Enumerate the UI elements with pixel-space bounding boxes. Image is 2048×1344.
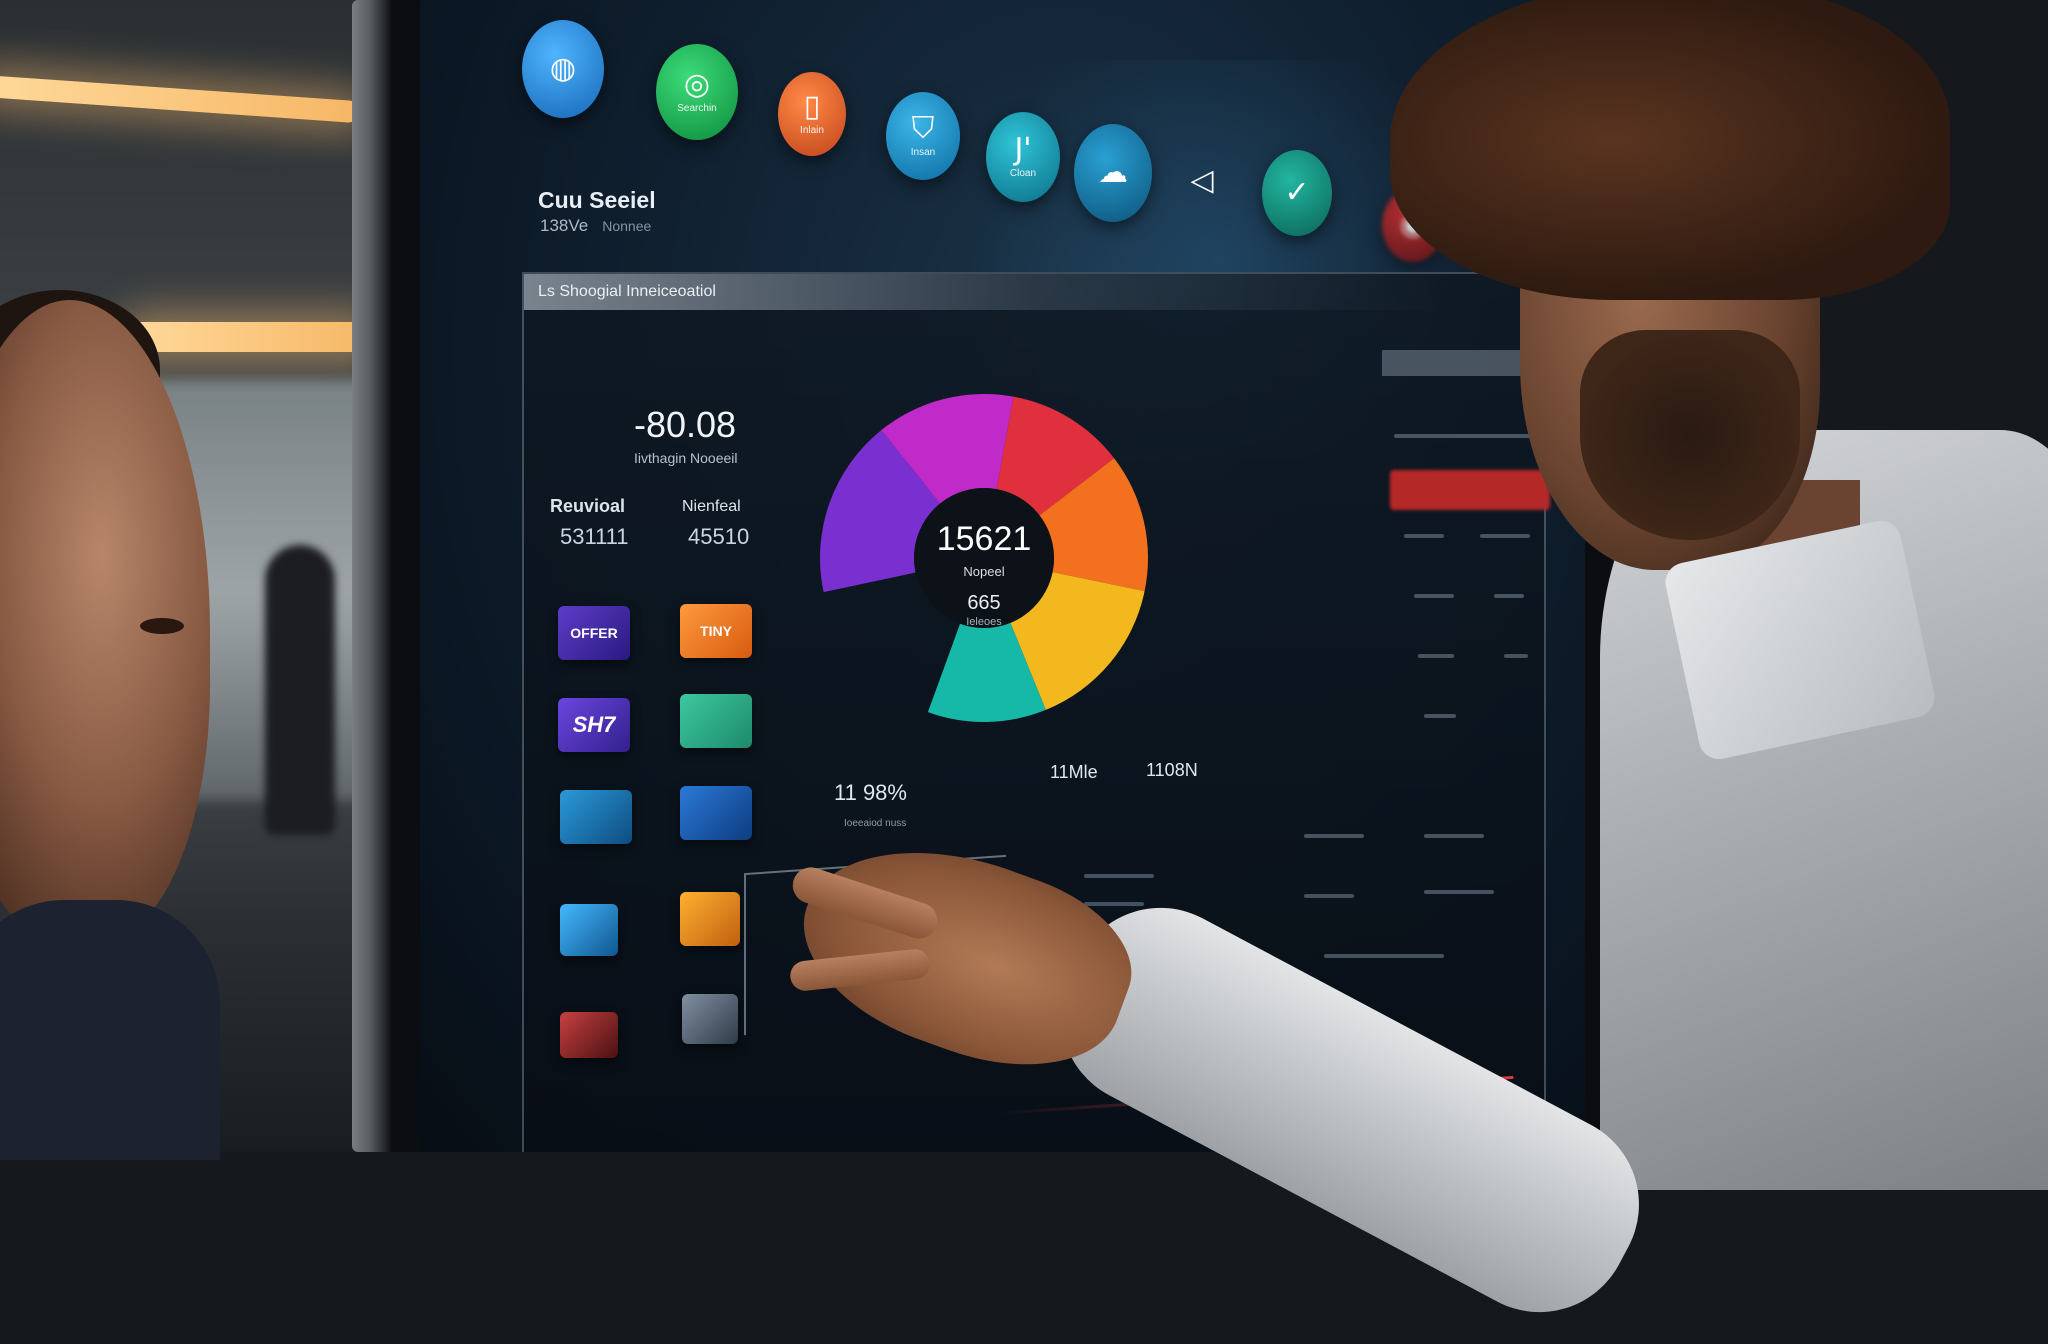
kpi-label: Nienfeal [682, 498, 741, 515]
text-line [1324, 954, 1444, 958]
kpi-label: Reuvioal [550, 496, 626, 516]
brand-title: Cuu Seeiel [538, 187, 656, 213]
donut-chart[interactable]: 15621 Nopeel 665 Ieleoes [814, 388, 1154, 728]
chart-footer-label: Ioeeaiod nuss [844, 818, 907, 829]
app-tile[interactable] [680, 786, 752, 840]
app-tile[interactable]: OFFER [558, 606, 630, 660]
text-line [1494, 594, 1524, 598]
brand-note: Nonnee [602, 218, 652, 234]
app-tile[interactable]: TINY [680, 604, 752, 658]
mobile-icon[interactable]: ▯ Inlain [778, 72, 846, 156]
text-line [1480, 534, 1530, 538]
app-tile[interactable] [682, 994, 738, 1044]
back-icon[interactable]: ◁ [1178, 150, 1226, 212]
ceiling-light [130, 322, 370, 352]
donut-center-label: Nopeel [963, 564, 1005, 579]
app-tile[interactable] [560, 904, 618, 956]
man-hair [1390, 0, 1950, 300]
text-line [1084, 874, 1154, 878]
text-line [1504, 654, 1528, 658]
main-stat-value: -80.08 [634, 404, 737, 445]
app-tile[interactable] [680, 892, 740, 946]
text-line [1304, 894, 1354, 898]
app-tile[interactable]: SH7 [558, 698, 630, 752]
chart-footer-value: 11 98% [834, 780, 907, 805]
alert-badge[interactable] [1390, 470, 1550, 510]
brand-value: 138Ve [540, 216, 589, 235]
woman-shirt [0, 900, 220, 1160]
text-line [1424, 890, 1494, 894]
text-line [1084, 902, 1144, 906]
bystander-silhouette [265, 545, 335, 835]
text-line [1304, 834, 1364, 838]
search-icon[interactable]: ◎ Searchin [656, 44, 738, 140]
app-tile[interactable] [680, 694, 752, 748]
donut-center-value: 15621 [936, 520, 1032, 558]
chart-footer-value-right: 11Mle [1050, 762, 1098, 782]
brand-subtitle: 138Ve Nonnee [540, 216, 651, 236]
donut-center-subvalue: 665 [967, 592, 1001, 614]
shield-icon[interactable]: ⛉ Insan [886, 92, 960, 180]
text-line [1418, 654, 1454, 658]
donut-center-sublabel: Ieleoes [966, 616, 1002, 628]
cursor-icon[interactable]: J' Cloan [986, 112, 1060, 202]
kpi-value: 531111 [560, 524, 629, 549]
text-line [1414, 594, 1454, 598]
man-beard [1580, 330, 1800, 540]
chat-icon[interactable]: ◍ [522, 20, 604, 118]
cloud-icon[interactable]: ☁ [1074, 124, 1152, 222]
app-tile[interactable] [560, 1012, 618, 1058]
text-line [1424, 714, 1456, 718]
check-icon[interactable]: ✓ [1262, 150, 1332, 236]
main-stat-label: Iivthagin Nooeeil [634, 450, 738, 466]
kpi-value: 45510 [688, 524, 750, 549]
app-tile[interactable] [560, 790, 632, 844]
chart-footer-value-far-right: 1108N [1146, 760, 1198, 780]
text-line [1424, 834, 1484, 838]
woman-eye [140, 618, 184, 634]
panel-header: Ls Shoogial Inneiceoatiol [524, 274, 1544, 310]
text-line [1404, 534, 1444, 538]
